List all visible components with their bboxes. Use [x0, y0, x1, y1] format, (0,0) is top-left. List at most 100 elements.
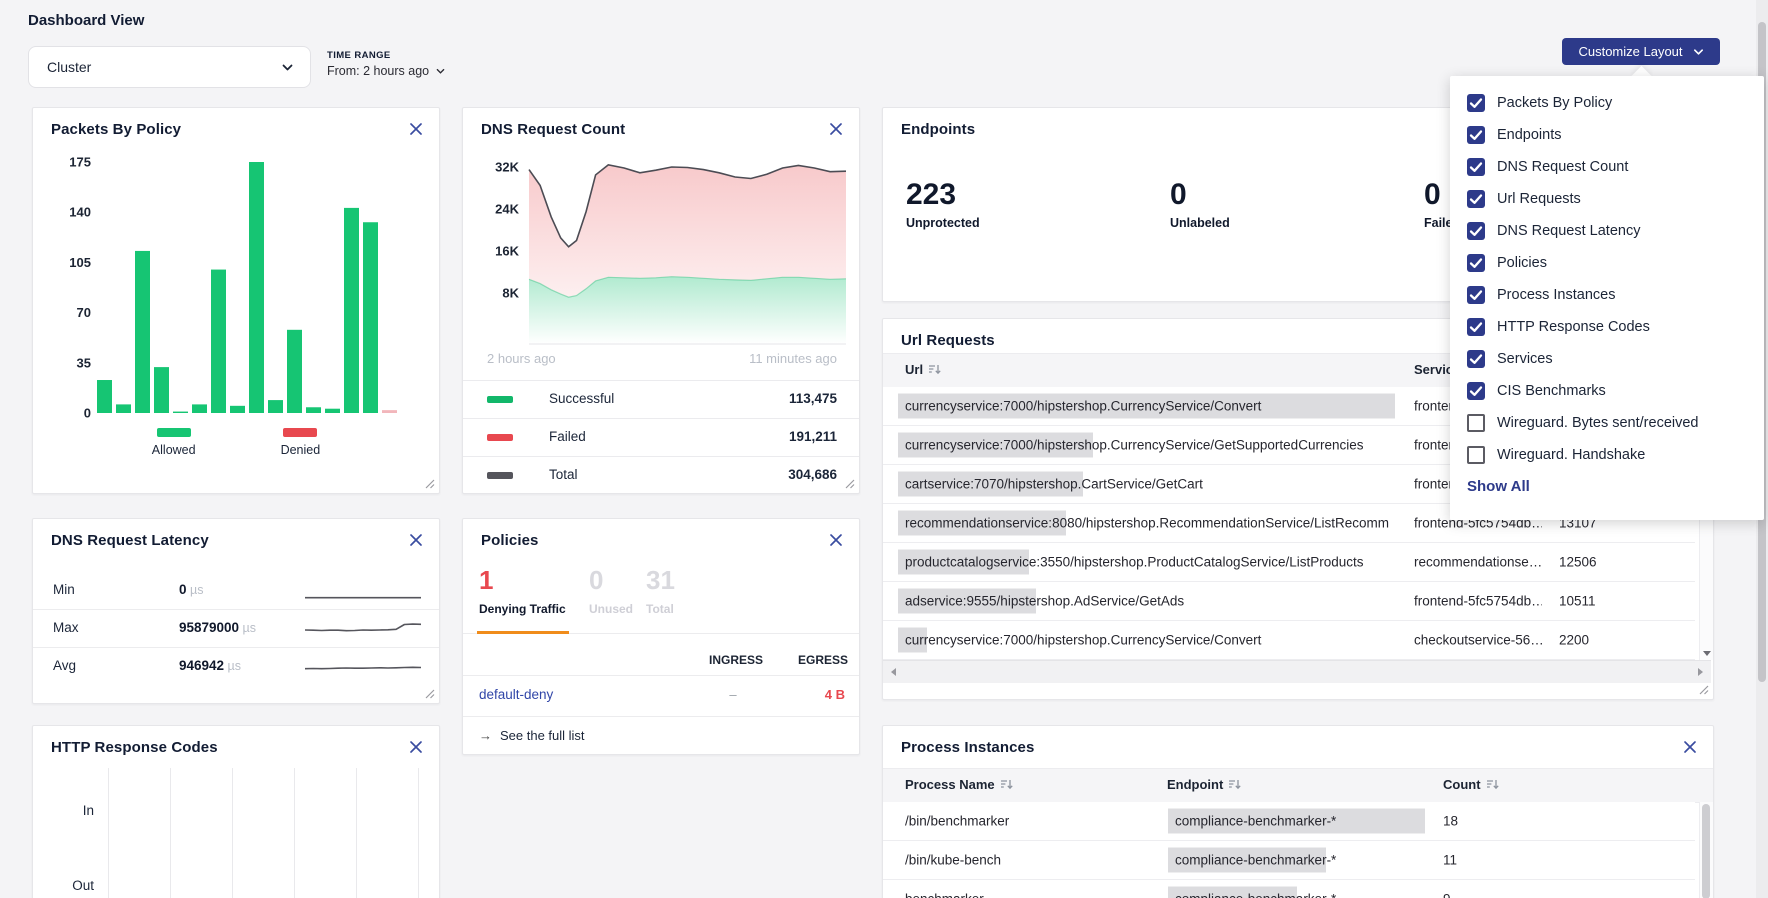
legend-swatch: [157, 428, 191, 437]
time-range-from[interactable]: From: 2 hours ago: [327, 64, 445, 78]
legend-swatch: [487, 434, 513, 441]
process-name-cell: /bin/benchmarker: [905, 814, 1009, 829]
card-title: Policies: [481, 532, 539, 549]
url-table-row: currencyservice:7000/hipstershop.Currenc…: [883, 621, 1695, 660]
sparkline-min: [303, 580, 423, 602]
scroll-left-arrow-icon[interactable]: [891, 668, 896, 676]
close-icon[interactable]: [408, 739, 424, 755]
dashboard-screen: Dashboard View Cluster TIME RANGE From: …: [0, 0, 1768, 898]
policy-stat-tab-unused[interactable]: 0Unused: [589, 567, 633, 616]
sort-icon: [928, 364, 941, 375]
checkbox-checked-icon[interactable]: [1467, 318, 1485, 336]
latency-rows: Min0 µsMax95879000 µsAvg946942 µs: [33, 572, 439, 685]
chevron-down-icon: [1693, 47, 1704, 57]
legend-swatch: [283, 428, 317, 437]
menu-item-dns-request-latency[interactable]: DNS Request Latency: [1450, 215, 1764, 247]
process-table-vertical-scrollbar[interactable]: [1699, 802, 1713, 898]
close-icon[interactable]: [828, 532, 844, 548]
checkbox-checked-icon[interactable]: [1467, 286, 1485, 304]
dns-legend-row-failed: Failed191,211: [463, 418, 859, 456]
menu-item-packets-by-policy[interactable]: Packets By Policy: [1450, 87, 1764, 119]
svg-text:70: 70: [77, 305, 91, 320]
legend-swatch: [487, 472, 513, 479]
latency-unit: µs: [224, 659, 241, 673]
checkbox-unchecked-icon[interactable]: [1467, 414, 1485, 432]
view-selector[interactable]: Cluster: [28, 46, 311, 88]
stat-value: 0: [1170, 178, 1187, 211]
checkbox-unchecked-icon[interactable]: [1467, 446, 1485, 464]
column-header-url[interactable]: Url: [905, 362, 941, 377]
count-cell: 9: [1443, 892, 1451, 898]
checkbox-checked-icon[interactable]: [1467, 350, 1485, 368]
close-icon[interactable]: [408, 121, 424, 137]
column-header-process-name[interactable]: Process Name: [905, 777, 1013, 792]
resize-handle[interactable]: [845, 479, 855, 489]
resize-handle[interactable]: [1699, 685, 1709, 695]
checkbox-checked-icon[interactable]: [1467, 126, 1485, 144]
checkbox-checked-icon[interactable]: [1467, 190, 1485, 208]
policy-stat-tab-denying-traffic[interactable]: 1Denying Traffic: [479, 567, 566, 616]
column-header-count[interactable]: Count: [1443, 777, 1499, 792]
menu-item-label: DNS Request Count: [1497, 159, 1628, 175]
menu-item-cis-benchmarks[interactable]: CIS Benchmarks: [1450, 375, 1764, 407]
menu-item-label: Packets By Policy: [1497, 95, 1612, 111]
menu-item-services[interactable]: Services: [1450, 343, 1764, 375]
url-table-horizontal-scrollbar[interactable]: [883, 660, 1711, 683]
bar-allowed: [192, 404, 207, 413]
see-full-list-link[interactable]: →See the full list: [479, 728, 585, 743]
scrollbar-thumb[interactable]: [1702, 804, 1710, 898]
menu-item-http-response-codes[interactable]: HTTP Response Codes: [1450, 311, 1764, 343]
menu-item-process-instances[interactable]: Process Instances: [1450, 279, 1764, 311]
svg-text:16K: 16K: [495, 244, 519, 259]
close-icon[interactable]: [1682, 739, 1698, 755]
scroll-right-arrow-icon[interactable]: [1698, 668, 1703, 676]
url-cell: currencyservice:7000/hipstershop.Currenc…: [905, 399, 1261, 414]
stat-value: 1: [479, 567, 566, 593]
bar-allowed: [97, 380, 112, 413]
column-header-endpoint[interactable]: Endpoint: [1167, 777, 1241, 792]
url-cell: cartservice:7070/hipstershop.CartService…: [905, 477, 1203, 492]
scroll-down-arrow-icon[interactable]: [1703, 651, 1711, 656]
menu-item-wireguard-bytes-sent-received[interactable]: Wireguard. Bytes sent/received: [1450, 407, 1764, 439]
url-table-row: adservice:9555/hipstershop.AdService/Get…: [883, 582, 1695, 621]
menu-item-label: Process Instances: [1497, 287, 1615, 303]
customize-layout-button[interactable]: Customize Layout: [1562, 38, 1720, 65]
checkbox-checked-icon[interactable]: [1467, 158, 1485, 176]
endpoint-cell: compliance-benchmarker-*: [1175, 853, 1336, 868]
bar-allowed: [287, 330, 302, 413]
menu-item-url-requests[interactable]: Url Requests: [1450, 183, 1764, 215]
url-table-row: productcatalogservice:3550/hipstershop.P…: [883, 543, 1695, 582]
checkbox-checked-icon[interactable]: [1467, 382, 1485, 400]
process-name-cell: /bin/kube-bench: [905, 853, 1001, 868]
close-icon[interactable]: [828, 121, 844, 137]
menu-item-dns-request-count[interactable]: DNS Request Count: [1450, 151, 1764, 183]
bar-allowed: [344, 208, 359, 413]
menu-item-endpoints[interactable]: Endpoints: [1450, 119, 1764, 151]
legend-value: 304,686: [788, 467, 837, 482]
bar-allowed: [154, 367, 169, 413]
menu-item-wireguard-handshake[interactable]: Wireguard. Handshake: [1450, 439, 1764, 471]
menu-item-policies[interactable]: Policies: [1450, 247, 1764, 279]
stat-value: 0: [589, 567, 633, 593]
search-highlight: [898, 550, 1029, 575]
policy-stat-tab-total[interactable]: 31Total: [646, 567, 675, 616]
x-axis-start-label: 2 hours ago: [487, 351, 556, 366]
stat-value: 0: [1424, 178, 1441, 211]
sparkline-max: [303, 618, 423, 640]
checkbox-checked-icon[interactable]: [1467, 94, 1485, 112]
checkbox-checked-icon[interactable]: [1467, 222, 1485, 240]
resize-handle[interactable]: [425, 689, 435, 699]
menu-items: Packets By Policy Endpoints DNS Request Co…: [1450, 76, 1764, 471]
policy-name-link[interactable]: default-deny: [479, 687, 553, 702]
endpoint-cell: compliance-benchmarker-*: [1175, 892, 1336, 898]
policies-table-header: INGRESS EGRESS: [463, 645, 859, 675]
latency-value: 946942 µs: [179, 658, 241, 673]
process-table-body: /bin/benchmarker compliance-benchmarker-*…: [883, 802, 1695, 898]
chevron-down-icon: [281, 61, 294, 79]
resize-handle[interactable]: [425, 479, 435, 489]
show-all-link[interactable]: Show All: [1467, 478, 1530, 495]
process-table-row: benchmarkercompliance-benchmarker-*9: [883, 880, 1695, 898]
legend-label: Denied: [281, 443, 321, 457]
checkbox-checked-icon[interactable]: [1467, 254, 1485, 272]
close-icon[interactable]: [408, 532, 424, 548]
